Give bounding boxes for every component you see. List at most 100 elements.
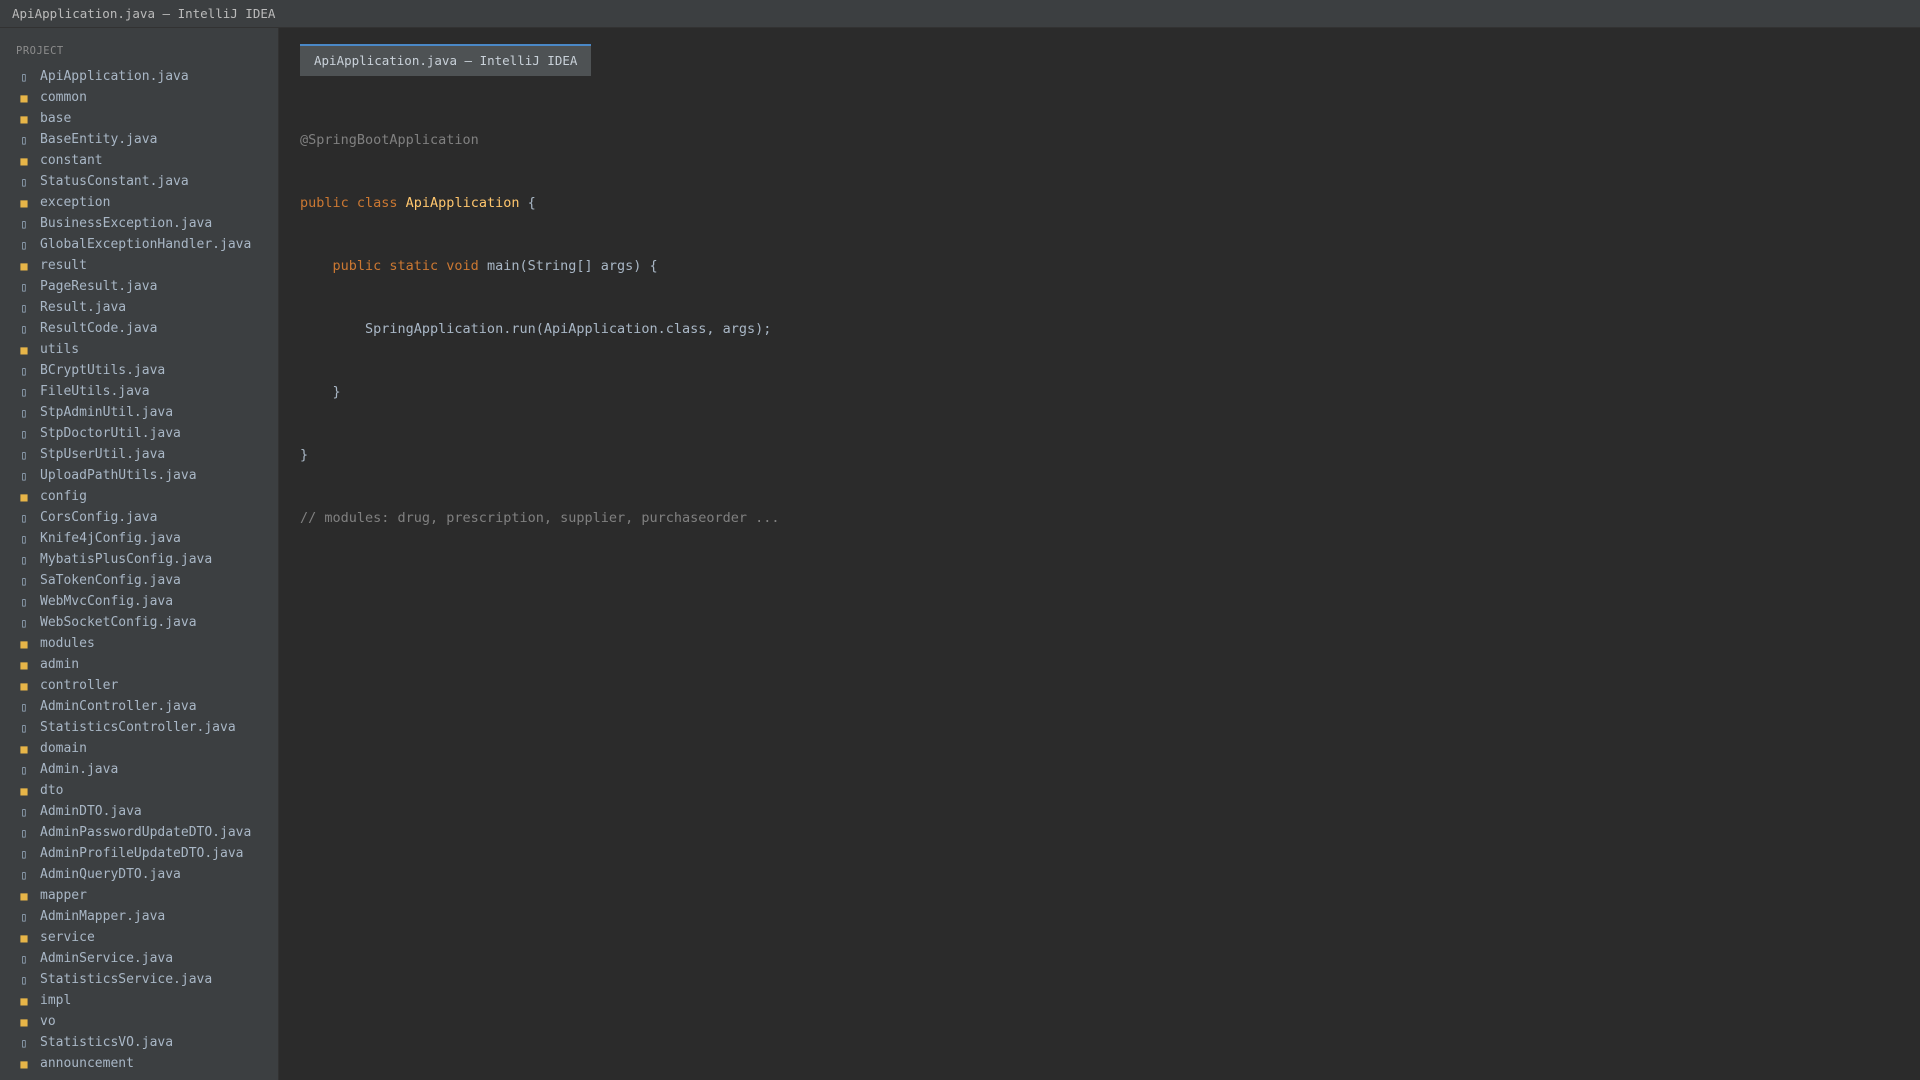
file-icon: ▯: [20, 951, 28, 966]
folder-icon: ■: [20, 678, 28, 693]
editor-tab[interactable]: ApiApplication.java — IntelliJ IDEA: [300, 44, 592, 76]
folder-icon: ■: [20, 342, 28, 357]
file-icon: ▯: [20, 573, 28, 588]
tree-item-label: AdminDTO.java: [40, 804, 142, 819]
tree-folder-item[interactable]: ■ result: [16, 255, 251, 276]
tree-item-label: MybatisPlusConfig.java: [40, 552, 213, 567]
tree-item-label: modules: [40, 636, 95, 651]
tree-file-item[interactable]: ▯ Admin.java: [16, 759, 251, 780]
tree-file-item[interactable]: ▯ GlobalExceptionHandler.java: [16, 234, 251, 255]
tree-folder-item[interactable]: ■ service: [16, 927, 251, 948]
tree-file-item[interactable]: ▯ StatusConstant.java: [16, 171, 251, 192]
tree-file-item[interactable]: ▯ AdminMapper.java: [16, 906, 251, 927]
tree-folder-item[interactable]: ■ modules: [16, 633, 251, 654]
tree-item-label: StpUserUtil.java: [40, 447, 166, 462]
tree-item-label: AdminPasswordUpdateDTO.java: [40, 825, 252, 840]
tree-file-item[interactable]: ▯ AdminQueryDTO.java: [16, 864, 251, 885]
tree-file-item[interactable]: ▯ ApiApplication.java: [16, 66, 251, 87]
tree-file-item[interactable]: ▯ Knife4jConfig.java: [16, 528, 251, 549]
tree-item-label: service: [40, 930, 95, 945]
tree-item-label: ResultCode.java: [40, 321, 158, 336]
file-icon: ▯: [20, 762, 28, 777]
file-icon: ▯: [20, 720, 28, 735]
tree-file-item[interactable]: ▯ AdminController.java: [16, 696, 251, 717]
tree-folder-item[interactable]: ■ admin: [16, 654, 251, 675]
folder-icon: ■: [20, 993, 28, 1008]
file-icon: ▯: [20, 594, 28, 609]
tree-folder-item[interactable]: ■ dto: [16, 780, 251, 801]
tree-item-label: PageResult.java: [40, 279, 158, 294]
tree-folder-item[interactable]: ■ exception: [16, 192, 251, 213]
tree-file-item[interactable]: ▯ WebSocketConfig.java: [16, 612, 251, 633]
tree-file-item[interactable]: ▯ SaTokenConfig.java: [16, 570, 251, 591]
title-bar: ApiApplication.java — IntelliJ IDEA: [0, 0, 1920, 28]
tree-item-label: config: [40, 489, 87, 504]
sidebar-header: PROJECT: [16, 45, 64, 57]
folder-icon: ■: [20, 657, 28, 672]
tree-item-label: BCryptUtils.java: [40, 363, 166, 378]
code-keyword: public class: [300, 195, 406, 211]
tree-item-label: common: [40, 90, 87, 105]
folder-icon: ■: [20, 783, 28, 798]
file-icon: ▯: [20, 216, 28, 231]
tree-file-item[interactable]: ▯ BusinessException.java: [16, 213, 251, 234]
tree-item-label: StatusConstant.java: [40, 174, 189, 189]
tree-item-label: ApiApplication.java: [40, 69, 189, 84]
file-icon: ▯: [20, 552, 28, 567]
folder-icon: ■: [20, 1056, 28, 1071]
tree-folder-item[interactable]: ■ common: [16, 87, 251, 108]
tree-folder-item[interactable]: ■ config: [16, 486, 251, 507]
tree-item-label: admin: [40, 657, 80, 672]
file-icon: ▯: [20, 468, 28, 483]
tree-folder-item[interactable]: ■ vo: [16, 1011, 251, 1032]
file-icon: ▯: [20, 615, 28, 630]
tree-file-item[interactable]: ▯ Result.java: [16, 297, 251, 318]
tree-file-item[interactable]: ▯ StatisticsService.java: [16, 969, 251, 990]
tree-file-item[interactable]: ▯ UploadPathUtils.java: [16, 465, 251, 486]
tree-folder-item[interactable]: ■ constant: [16, 150, 251, 171]
tree-item-label: exception: [40, 195, 111, 210]
tree-file-item[interactable]: ▯ StatisticsController.java: [16, 717, 251, 738]
tree-folder-item[interactable]: ■ base: [16, 108, 251, 129]
tree-file-item[interactable]: ▯ ResultCode.java: [16, 318, 251, 339]
tree-item-label: CorsConfig.java: [40, 510, 158, 525]
tree-file-item[interactable]: ▯ BCryptUtils.java: [16, 360, 251, 381]
file-icon: ▯: [20, 132, 28, 147]
tree-folder-item[interactable]: ■ announcement: [16, 1053, 251, 1074]
file-icon: ▯: [20, 384, 28, 399]
tree-file-item[interactable]: ▯ StatisticsVO.java: [16, 1032, 251, 1053]
folder-icon: ■: [20, 258, 28, 273]
tree-file-item[interactable]: ▯ AdminService.java: [16, 948, 251, 969]
tree-file-item[interactable]: ▯ StpAdminUtil.java: [16, 402, 251, 423]
tree-file-item[interactable]: ▯ StpDoctorUtil.java: [16, 423, 251, 444]
tree-file-item[interactable]: ▯ CorsConfig.java: [16, 507, 251, 528]
tree-item-label: base: [40, 111, 72, 126]
tree-file-item[interactable]: ▯ AdminProfileUpdateDTO.java: [16, 843, 251, 864]
tree-item-label: AdminMapper.java: [40, 909, 166, 924]
tree-file-item[interactable]: ▯ AdminDTO.java: [16, 801, 251, 822]
code-keyword: public static void: [332, 258, 487, 274]
project-tree: ▯ ApiApplication.java ■ common ■ base ▯ BaseEnt…: [16, 66, 251, 1074]
tree-folder-item[interactable]: ■ domain: [16, 738, 251, 759]
tree-folder-item[interactable]: ■ impl: [16, 990, 251, 1011]
folder-icon: ■: [20, 195, 28, 210]
tree-folder-item[interactable]: ■ controller: [16, 675, 251, 696]
file-icon: ▯: [20, 300, 28, 315]
tree-file-item[interactable]: ▯ PageResult.java: [16, 276, 251, 297]
code-class-name: ApiApplication: [405, 195, 520, 211]
tree-file-item[interactable]: ▯ BaseEntity.java: [16, 129, 251, 150]
tree-file-item[interactable]: ▯ WebMvcConfig.java: [16, 591, 251, 612]
code-line: public static void main(String[] args) {: [300, 256, 780, 277]
tree-file-item[interactable]: ▯ StpUserUtil.java: [16, 444, 251, 465]
file-icon: ▯: [20, 531, 28, 546]
tree-file-item[interactable]: ▯ FileUtils.java: [16, 381, 251, 402]
code-area[interactable]: @SpringBootApplication public class ApiA…: [300, 88, 780, 571]
tree-file-item[interactable]: ▯ MybatisPlusConfig.java: [16, 549, 251, 570]
tree-folder-item[interactable]: ■ mapper: [16, 885, 251, 906]
code-text: SpringApplication.run(ApiApplication.cla…: [300, 321, 772, 337]
tree-file-item[interactable]: ▯ AdminPasswordUpdateDTO.java: [16, 822, 251, 843]
file-icon: ▯: [20, 237, 28, 252]
tree-item-label: WebMvcConfig.java: [40, 594, 174, 609]
tree-folder-item[interactable]: ■ utils: [16, 339, 251, 360]
